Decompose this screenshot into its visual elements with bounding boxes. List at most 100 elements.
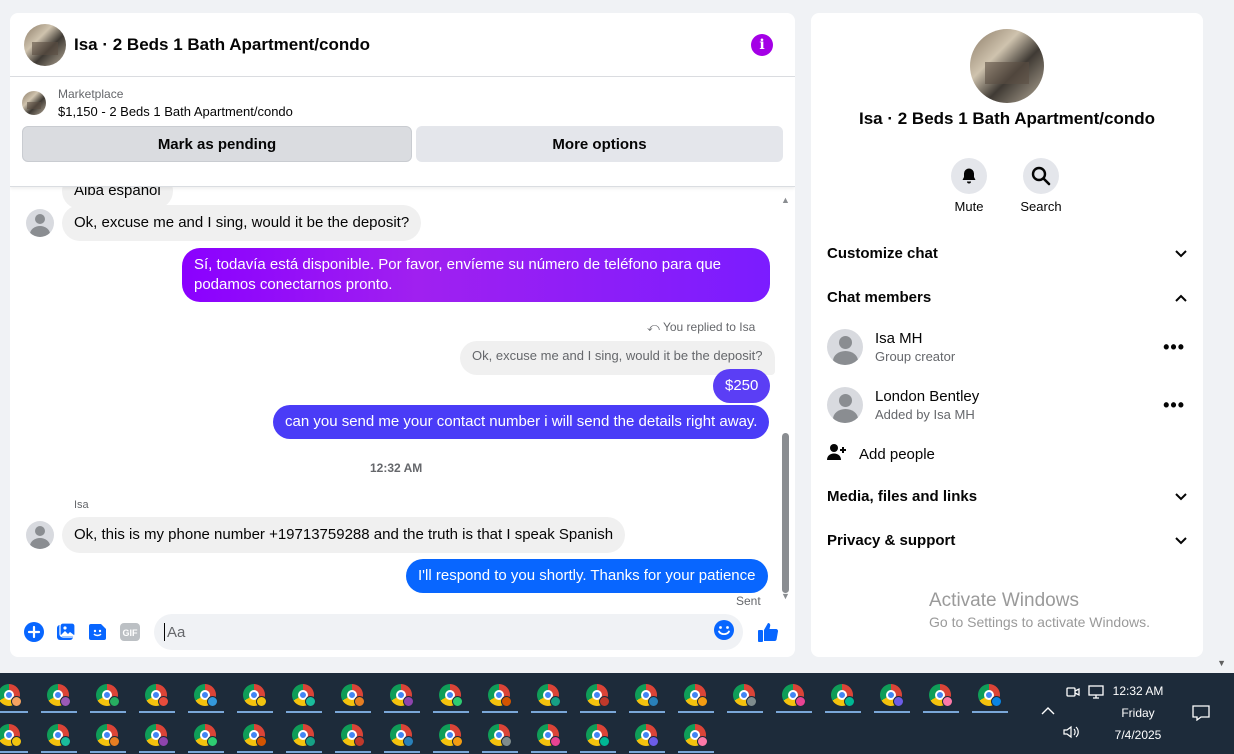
notifications-icon[interactable] — [1192, 705, 1210, 724]
taskbar-chrome-icon[interactable] — [770, 679, 819, 713]
add-people-button[interactable]: Add people — [827, 443, 1187, 465]
more-icon[interactable]: ••• — [1163, 395, 1185, 416]
taskbar-chrome-icon[interactable] — [378, 719, 427, 753]
taskbar-chrome-icon[interactable] — [574, 679, 623, 713]
show-hidden-icons-chevron-icon[interactable] — [1041, 705, 1055, 719]
message-list[interactable]: Alba español Ok, excuse me and I sing, w… — [10, 187, 795, 607]
taskbar-chrome-icon[interactable] — [427, 719, 476, 753]
taskbar-chrome-icon[interactable] — [672, 719, 721, 753]
running-indicator — [433, 711, 469, 713]
member-avatar[interactable] — [827, 329, 863, 365]
taskbar-chrome-icon[interactable] — [525, 719, 574, 753]
taskbar-chrome-icon[interactable] — [35, 719, 84, 753]
photo-icon[interactable] — [54, 620, 78, 644]
network-icon[interactable] — [1088, 685, 1106, 702]
taskbar-chrome-icon[interactable] — [231, 719, 280, 753]
sticker-icon[interactable] — [86, 620, 110, 644]
taskbar-chrome-icon[interactable] — [525, 679, 574, 713]
taskbar-chrome-icon[interactable] — [819, 679, 868, 713]
info-icon[interactable]: i — [751, 33, 773, 56]
running-indicator — [384, 751, 420, 753]
running-indicator — [531, 711, 567, 713]
volume-icon[interactable] — [1063, 725, 1081, 742]
clock-date[interactable]: 7/4/2025 — [1108, 728, 1168, 742]
taskbar-chrome-icon[interactable] — [84, 719, 133, 753]
listing-thumbnail[interactable] — [22, 91, 46, 115]
media-files-label: Media, files and links — [827, 488, 978, 505]
taskbar-chrome-icon[interactable] — [966, 679, 1015, 713]
taskbar-chrome-icon[interactable] — [623, 679, 672, 713]
clock-day[interactable]: Friday — [1108, 706, 1168, 720]
message-input-box[interactable] — [154, 614, 743, 650]
more-options-button[interactable]: More options — [416, 126, 783, 162]
taskbar-chrome-icon[interactable] — [329, 679, 378, 713]
scroll-up-arrow[interactable]: ▲ — [781, 195, 790, 205]
chat-panel: Isa · 2 Beds 1 Bath Apartment/condo i Ma… — [10, 13, 795, 657]
taskbar-chrome-icon[interactable] — [182, 719, 231, 753]
running-indicator — [286, 751, 322, 753]
taskbar-chrome-icon[interactable] — [133, 719, 182, 753]
like-thumb-icon[interactable] — [753, 620, 783, 644]
taskbar-chrome-icon[interactable] — [378, 679, 427, 713]
sender-avatar[interactable] — [26, 209, 54, 237]
running-indicator — [678, 751, 714, 753]
running-indicator — [139, 711, 175, 713]
taskbar-chrome-icon[interactable] — [0, 679, 35, 713]
profile-badge-icon — [11, 736, 22, 747]
taskbar-chrome-icon[interactable] — [84, 679, 133, 713]
message-timestamp: 12:32 AM — [370, 461, 423, 475]
chat-members-section[interactable]: Chat members — [827, 289, 1187, 306]
conversation-avatar[interactable] — [970, 29, 1044, 103]
media-files-section[interactable]: Media, files and links — [827, 488, 1187, 505]
scroll-thumb[interactable] — [782, 433, 789, 593]
mute-button[interactable]: Mute — [939, 158, 999, 214]
marketplace-banner: Marketplace $1,150 - 2 Beds 1 Bath Apart… — [10, 77, 795, 187]
gif-icon[interactable]: GIF — [118, 620, 142, 644]
listing-title[interactable]: $1,150 - 2 Beds 1 Bath Apartment/condo — [58, 104, 293, 119]
member-row[interactable]: Isa MH Group creator ••• — [827, 329, 1187, 365]
taskbar-chrome-icon[interactable] — [476, 719, 525, 753]
taskbar-chrome-icon[interactable] — [917, 679, 966, 713]
scroll-down-arrow[interactable]: ▼ — [781, 591, 790, 601]
chevron-down-icon — [1175, 488, 1187, 505]
taskbar-chrome-icon[interactable] — [133, 679, 182, 713]
plus-icon[interactable] — [22, 620, 46, 644]
privacy-support-section[interactable]: Privacy & support — [827, 532, 1187, 549]
running-indicator — [90, 751, 126, 753]
meet-now-icon[interactable] — [1066, 685, 1080, 702]
search-button[interactable]: Search — [1011, 158, 1071, 214]
running-indicator — [384, 711, 420, 713]
taskbar-chrome-icon[interactable] — [672, 679, 721, 713]
chat-header: Isa · 2 Beds 1 Bath Apartment/condo i — [10, 13, 795, 77]
taskbar-chrome-icon[interactable] — [0, 719, 35, 753]
chat-avatar[interactable] — [24, 23, 66, 66]
sender-avatar[interactable] — [26, 521, 54, 549]
taskbar-chrome-icon[interactable] — [721, 679, 770, 713]
message-input[interactable] — [164, 623, 713, 641]
message-scrollbar[interactable]: ▲ ▼ — [779, 191, 791, 605]
page-scroll-down-arrow[interactable]: ▼ — [1217, 658, 1226, 668]
member-row[interactable]: London Bentley Added by Isa MH ••• — [827, 387, 1187, 423]
profile-badge-icon — [452, 696, 463, 707]
more-icon[interactable]: ••• — [1163, 337, 1185, 358]
taskbar-chrome-icon[interactable] — [427, 679, 476, 713]
taskbar-chrome-icon[interactable] — [35, 679, 84, 713]
emoji-icon[interactable] — [713, 619, 735, 646]
conversation-info-panel: Isa · 2 Beds 1 Bath Apartment/condo Mute… — [811, 13, 1203, 657]
taskbar-chrome-icon[interactable] — [182, 679, 231, 713]
taskbar-chrome-icon[interactable] — [231, 679, 280, 713]
member-avatar[interactable] — [827, 387, 863, 423]
clock-time[interactable]: 12:32 AM — [1108, 684, 1168, 698]
taskbar-chrome-icon[interactable] — [280, 679, 329, 713]
taskbar-chrome-icon[interactable] — [280, 719, 329, 753]
mark-as-pending-button[interactable]: Mark as pending — [22, 126, 412, 162]
taskbar-chrome-icon[interactable] — [329, 719, 378, 753]
taskbar-chrome-icon[interactable] — [574, 719, 623, 753]
profile-badge-icon — [550, 696, 561, 707]
customize-chat-section[interactable]: Customize chat — [827, 245, 1187, 262]
running-indicator — [531, 751, 567, 753]
taskbar-chrome-icon[interactable] — [476, 679, 525, 713]
chat-title[interactable]: Isa · 2 Beds 1 Bath Apartment/condo — [74, 35, 751, 55]
taskbar-chrome-icon[interactable] — [868, 679, 917, 713]
taskbar-chrome-icon[interactable] — [623, 719, 672, 753]
